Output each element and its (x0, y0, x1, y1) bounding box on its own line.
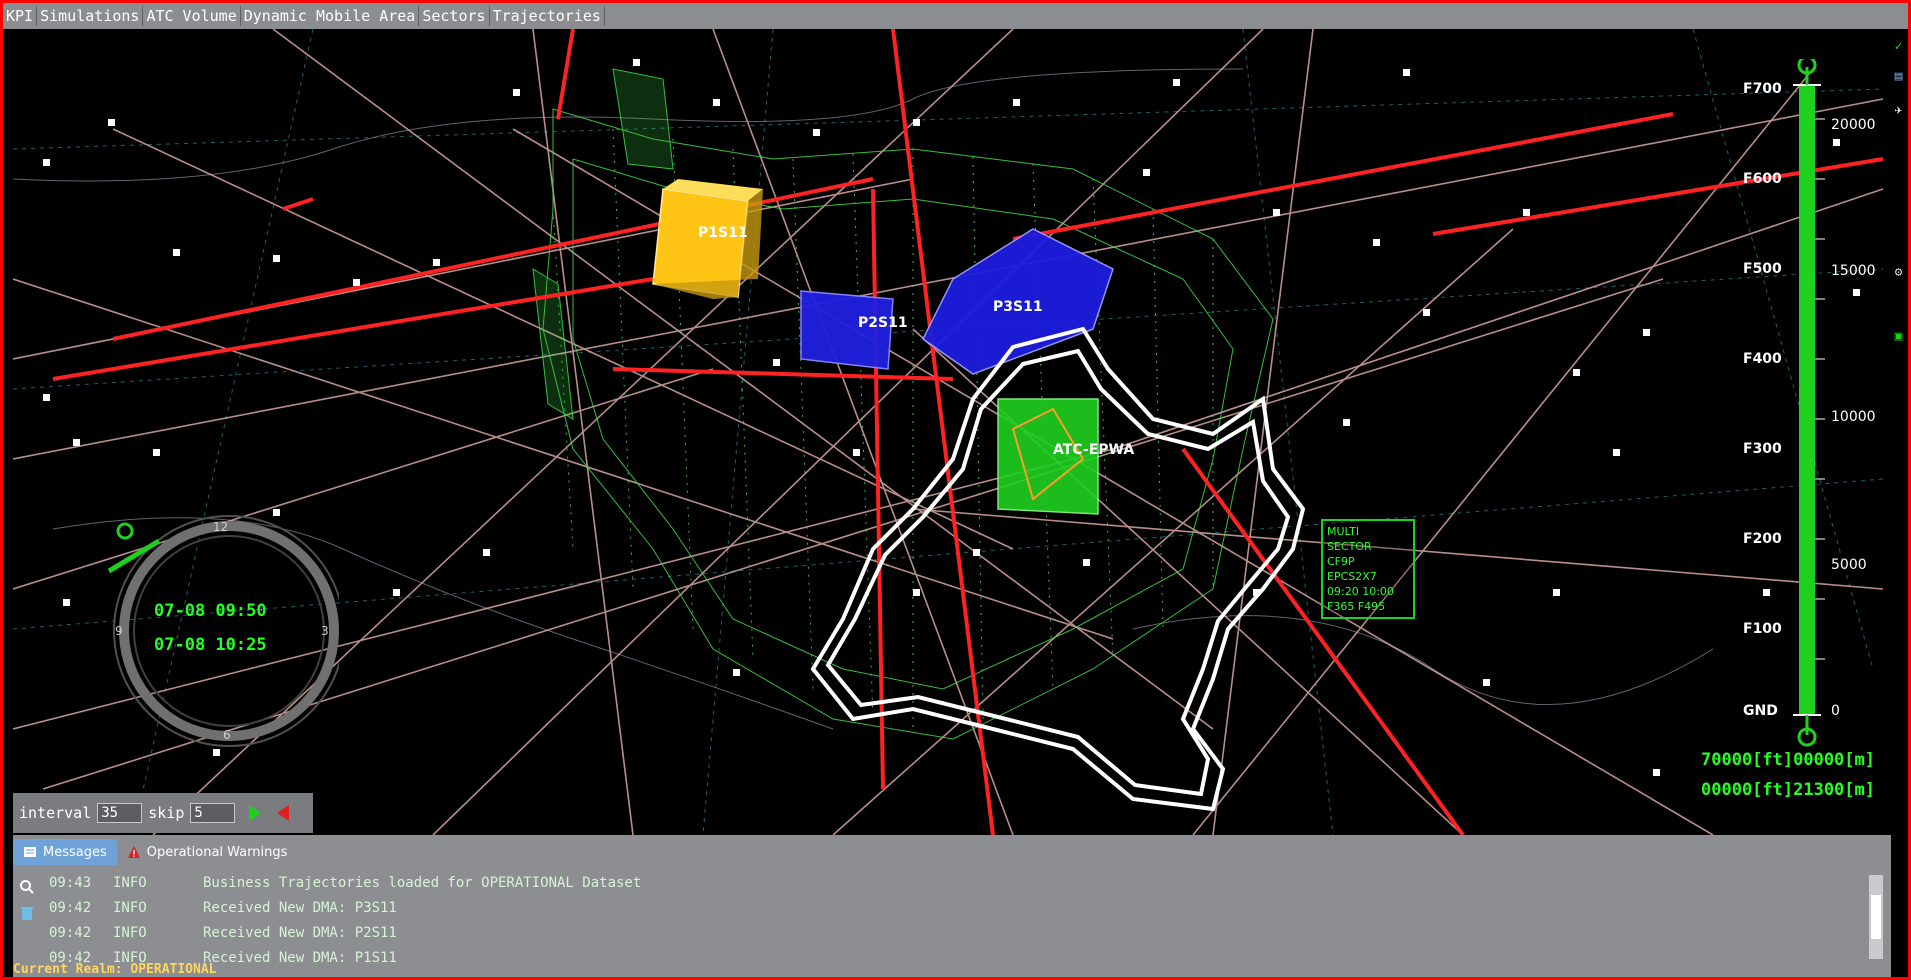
menu-trajectories[interactable]: Trajectories (490, 6, 605, 26)
volume-label-p1s11: P1S11 (698, 225, 748, 241)
right-toolbar: ✓ ▤ ✈ ⚙ ▣ (1889, 29, 1908, 835)
dial-label-right: 3 (321, 624, 329, 638)
flight-level-label: F700 (1743, 81, 1782, 97)
flight-level-label: F300 (1743, 441, 1782, 457)
scrollbar-thumb[interactable] (1871, 895, 1881, 939)
message-text: Received New DMA: P3S11 (203, 900, 397, 916)
message-scrollbar[interactable] (1869, 875, 1883, 959)
message-level: INFO (113, 875, 147, 891)
altitude-filter-scale[interactable]: F700 F600 F500 F400 F300 F200 F100 GND 2… (1733, 55, 1893, 759)
filter-icon[interactable]: ✓ (1891, 39, 1906, 54)
flight-level-label: F400 (1743, 351, 1782, 367)
aircraft-icon[interactable]: ✈ (1891, 103, 1906, 118)
sector-info-label[interactable]: MULTI SECTOR CF9P EPCS2X7 09:20 10:00 F3… (1321, 519, 1415, 619)
message-row[interactable]: 09:42 INFO Received New DMA: P3S11 (49, 900, 1849, 925)
altitude-feet-label: 5000 (1831, 557, 1867, 573)
menu-sectors[interactable]: Sectors (419, 6, 490, 26)
tab-operational-warnings[interactable]: Operational Warnings (117, 839, 298, 865)
message-time: 09:42 (49, 925, 92, 941)
volume-label-p2s11: P2S11 (858, 315, 908, 331)
message-level: INFO (113, 900, 147, 916)
sector-info-line: F365 F495 (1327, 600, 1386, 613)
message-text: Business Trajectories loaded for OPERATI… (203, 875, 642, 891)
dial-label-left: 9 (115, 624, 123, 638)
message-time: 09:43 (49, 875, 92, 891)
altitude-feet-label: 15000 (1831, 263, 1876, 279)
flight-level-label: F100 (1743, 621, 1782, 637)
skip-input[interactable] (190, 803, 236, 823)
menu-bar: KPI Simulations ATC Volume Dynamic Mobil… (3, 3, 1908, 29)
message-text: Received New DMA: P2S11 (203, 925, 397, 941)
display-icon[interactable]: ▣ (1891, 329, 1906, 344)
altitude-lower-readout: 00000[ft]21300[m] (1701, 780, 1875, 800)
message-actions (19, 879, 41, 921)
altitude-feet-label: 20000 (1831, 117, 1876, 133)
sector-wireframe (532, 68, 1274, 740)
sector-info-line: MULTI (1327, 525, 1360, 538)
clear-icon[interactable] (19, 905, 35, 921)
altitude-feet-label: 0 (1831, 703, 1840, 719)
play-forward-icon[interactable] (249, 805, 262, 821)
menu-atc-volume[interactable]: ATC Volume (143, 6, 241, 26)
tab-operational-warnings-label: Operational Warnings (146, 844, 288, 860)
flight-level-label: F200 (1743, 531, 1782, 547)
application-window: KPI Simulations ATC Volume Dynamic Mobil… (0, 0, 1911, 980)
time-end-handle[interactable] (116, 522, 134, 540)
play-backward-icon[interactable] (277, 805, 290, 821)
dial-label-top: 12 (213, 520, 228, 534)
dial-label-bottom: 6 (223, 728, 231, 742)
warning-icon (127, 846, 140, 858)
message-panel: Messages Operational Warnings 09:43 INFO… (13, 835, 1891, 966)
sector-info-line: SECTOR (1327, 540, 1372, 553)
message-row[interactable]: 09:42 INFO Received New DMA: P2S11 (49, 925, 1849, 950)
sector-info-line: 09:20 10:00 (1327, 585, 1394, 598)
altitude-feet-label: 10000 (1831, 409, 1876, 425)
skip-label: skip (148, 804, 185, 822)
interval-input[interactable] (97, 803, 143, 823)
playback-controls: interval skip (13, 793, 313, 833)
time-dial-ring: 12 9 3 6 (75, 515, 345, 747)
flight-level-label: F500 (1743, 261, 1782, 277)
menu-dynamic-mobile-area[interactable]: Dynamic Mobile Area (241, 6, 420, 26)
tab-messages[interactable]: Messages (13, 839, 117, 865)
volume-label-atc-epwa: ATC-EPWA (1053, 442, 1134, 458)
interval-label: interval (19, 804, 92, 822)
flight-level-label: GND (1743, 703, 1778, 719)
status-bar: Current Realm: OPERATIONAL (13, 963, 1891, 977)
flight-level-label: F600 (1743, 171, 1782, 187)
message-time: 09:42 (49, 900, 92, 916)
sector-info-line: CF9P (1327, 555, 1355, 568)
menu-kpi[interactable]: KPI (3, 6, 38, 26)
messages-icon (24, 847, 36, 857)
altitude-upper-readout: 70000[ft]00000[m] (1701, 750, 1875, 770)
layers-icon[interactable]: ▤ (1891, 69, 1906, 84)
tab-messages-label: Messages (43, 844, 107, 860)
time-range-start: 07-08 09:50 (154, 601, 267, 621)
menu-simulations[interactable]: Simulations (37, 6, 144, 26)
panel-tabs: Messages Operational Warnings (13, 835, 297, 865)
sector-info-line: EPCS2X7 (1327, 570, 1377, 583)
settings-icon[interactable]: ⚙ (1891, 265, 1906, 280)
message-row[interactable]: 09:43 INFO Business Trajectories loaded … (49, 875, 1849, 900)
time-range-dial[interactable]: 12 9 3 6 07-08 09:50 07-08 10:25 (75, 511, 345, 751)
message-list: 09:43 INFO Business Trajectories loaded … (49, 875, 1849, 975)
message-level: INFO (113, 925, 147, 941)
volume-label-p3s11: P3S11 (993, 299, 1043, 315)
time-range-end: 07-08 10:25 (154, 635, 267, 655)
search-icon[interactable] (19, 879, 35, 895)
